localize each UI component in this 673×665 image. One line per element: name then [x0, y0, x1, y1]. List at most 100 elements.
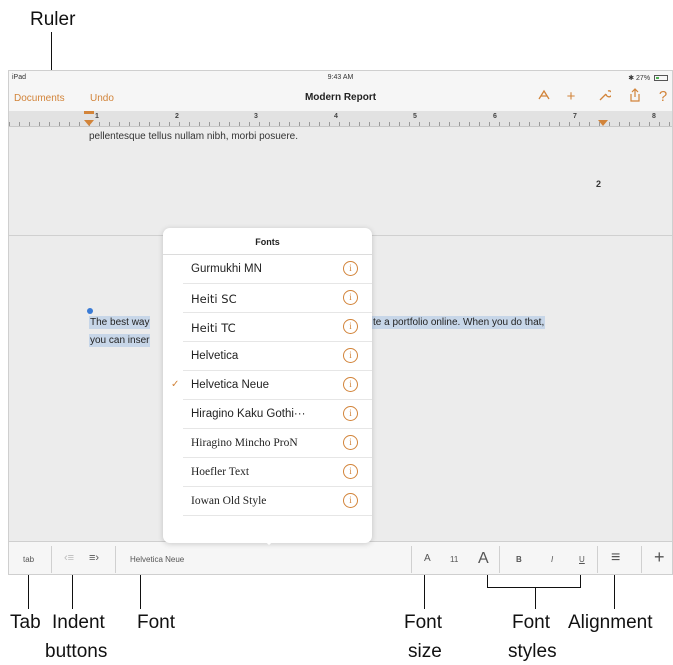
divider — [641, 546, 642, 573]
divider — [115, 546, 116, 573]
leader-font — [140, 575, 141, 609]
font-name: Hiragino Kaku Gothi··· — [191, 408, 306, 420]
leader-tab — [28, 575, 29, 609]
font-size-value: 11 — [450, 555, 459, 564]
format-bar: tab ‹≡ ≡› Helvetica Neue A 11 A B I U ≡ … — [9, 541, 672, 574]
ruler-number: 1 — [95, 113, 99, 120]
leader-font-styles-bracket — [487, 587, 581, 588]
font-name: Iowan Old Style — [191, 495, 267, 507]
ruler-number: 8 — [652, 113, 656, 120]
alignment-icon[interactable]: ≡ — [611, 549, 620, 567]
leader-font-styles-left — [487, 575, 488, 587]
right-indent-marker[interactable] — [598, 120, 608, 126]
font-list-item[interactable]: Iowan Old Style i — [183, 487, 372, 516]
font-list[interactable]: Gurmukhi MN i Heiti SC i Heiti TC i Helvetica i… — [163, 255, 372, 516]
callout-font-size-2: size — [408, 641, 442, 662]
format-brush-icon[interactable] — [534, 88, 554, 107]
font-list-item[interactable]: Gurmukhi MN i — [183, 255, 372, 284]
font-name: Gurmukhi MN — [191, 263, 262, 275]
battery-status: ✱ 27% — [628, 74, 668, 82]
callout-indent: Indent — [52, 612, 105, 633]
ruler-number: 3 — [254, 113, 258, 120]
info-icon[interactable]: i — [343, 290, 358, 305]
help-icon[interactable]: ? — [653, 88, 672, 106]
ruler-number: 6 — [493, 113, 497, 120]
first-line-indent-marker[interactable] — [84, 111, 94, 114]
callout-font: Font — [137, 612, 176, 633]
document-page-top: pellentesque tellus nullam nibh, morbi p… — [9, 128, 672, 236]
share-icon[interactable] — [625, 88, 645, 108]
leader-font-styles-stem — [535, 587, 536, 609]
insert-icon[interactable]: + — [654, 547, 665, 568]
selected-text[interactable]: The best way — [89, 316, 151, 329]
info-icon[interactable]: i — [343, 406, 358, 421]
divider — [51, 546, 52, 573]
ruler[interactable]: 1 2 3 4 5 6 7 8 — [9, 111, 672, 127]
documents-button[interactable]: Documents — [14, 93, 65, 104]
callout-ruler: Ruler — [30, 9, 76, 30]
body-text[interactable]: pellentesque tellus nullam nibh, morbi p… — [89, 131, 298, 142]
info-icon[interactable]: i — [343, 435, 358, 450]
font-list-item[interactable]: Heiti TC i — [183, 313, 372, 342]
ruler-number: 7 — [573, 113, 577, 120]
ruler-ticks — [9, 122, 672, 126]
font-list-item[interactable]: ✓ Helvetica Neue i — [171, 371, 372, 400]
callout-alignment: Alignment — [568, 612, 653, 633]
leader-font-styles-right — [580, 575, 581, 587]
callout-font-styles: Font — [512, 612, 551, 633]
leader-font-size — [424, 575, 425, 609]
increase-size-button[interactable]: A — [478, 550, 489, 568]
leader-indent — [72, 575, 73, 609]
page-number: 2 — [596, 179, 602, 189]
leader-alignment — [614, 575, 615, 609]
info-icon[interactable]: i — [343, 319, 358, 334]
popover-title: Fonts — [255, 237, 280, 247]
checkmark-icon: ✓ — [171, 379, 180, 390]
font-name: Heiti TC — [191, 321, 236, 335]
underline-button[interactable]: U — [579, 555, 585, 564]
bold-button[interactable]: B — [516, 555, 522, 564]
selected-text[interactable]: you can inser — [89, 334, 151, 347]
undo-button[interactable]: Undo — [90, 93, 114, 104]
add-icon[interactable]: + — [561, 88, 581, 106]
wrench-icon[interactable] — [594, 88, 614, 107]
font-name: Helvetica — [191, 350, 239, 362]
info-icon[interactable]: i — [343, 493, 358, 508]
font-list-item[interactable]: Hoefler Text i — [183, 458, 372, 487]
font-name-button[interactable]: Helvetica Neue — [130, 555, 184, 564]
divider — [597, 546, 598, 573]
bluetooth-icon: ✱ — [628, 75, 635, 82]
app-toolbar: Documents Undo Modern Report + ? — [9, 85, 672, 111]
info-icon[interactable]: i — [343, 348, 358, 363]
font-list-item[interactable]: Heiti SC i — [183, 284, 372, 313]
info-icon[interactable]: i — [343, 464, 358, 479]
status-time: 9:43 AM — [327, 74, 354, 81]
info-icon[interactable]: i — [343, 377, 358, 392]
ipad-screen: iPad 9:43 AM ✱ 27% Documents Undo Modern… — [8, 70, 673, 575]
info-icon[interactable]: i — [343, 261, 358, 276]
selected-text[interactable]: te a portfolio online. When you do that, — [372, 316, 546, 329]
font-name: Helvetica Neue — [191, 379, 269, 391]
font-list-item[interactable]: Helvetica i — [183, 342, 372, 371]
indent-icon[interactable]: ≡› — [89, 552, 99, 564]
italic-button[interactable]: I — [551, 555, 553, 564]
selection-handle[interactable] — [87, 308, 93, 314]
font-name: Hiragino Mincho ProN — [191, 437, 298, 449]
callout-font-styles-2: styles — [508, 641, 557, 662]
battery-percent: 27% — [636, 75, 651, 82]
popover-arrow — [259, 536, 279, 545]
callout-tab: Tab — [10, 612, 41, 633]
status-bar: iPad 9:43 AM ✱ 27% — [9, 71, 672, 85]
ruler-number: 4 — [334, 113, 338, 120]
divider — [499, 546, 500, 573]
decrease-size-button[interactable]: A — [424, 553, 431, 564]
ruler-number: 5 — [413, 113, 417, 120]
ruler-number: 2 — [175, 113, 179, 120]
tab-button[interactable]: tab — [23, 555, 34, 564]
divider — [411, 546, 412, 573]
left-indent-marker[interactable] — [84, 120, 94, 126]
font-list-item[interactable]: Hiragino Mincho ProN i — [183, 429, 372, 458]
outdent-icon[interactable]: ‹≡ — [64, 552, 74, 564]
battery-icon — [654, 75, 668, 81]
font-list-item[interactable]: Hiragino Kaku Gothi··· i — [183, 400, 372, 429]
